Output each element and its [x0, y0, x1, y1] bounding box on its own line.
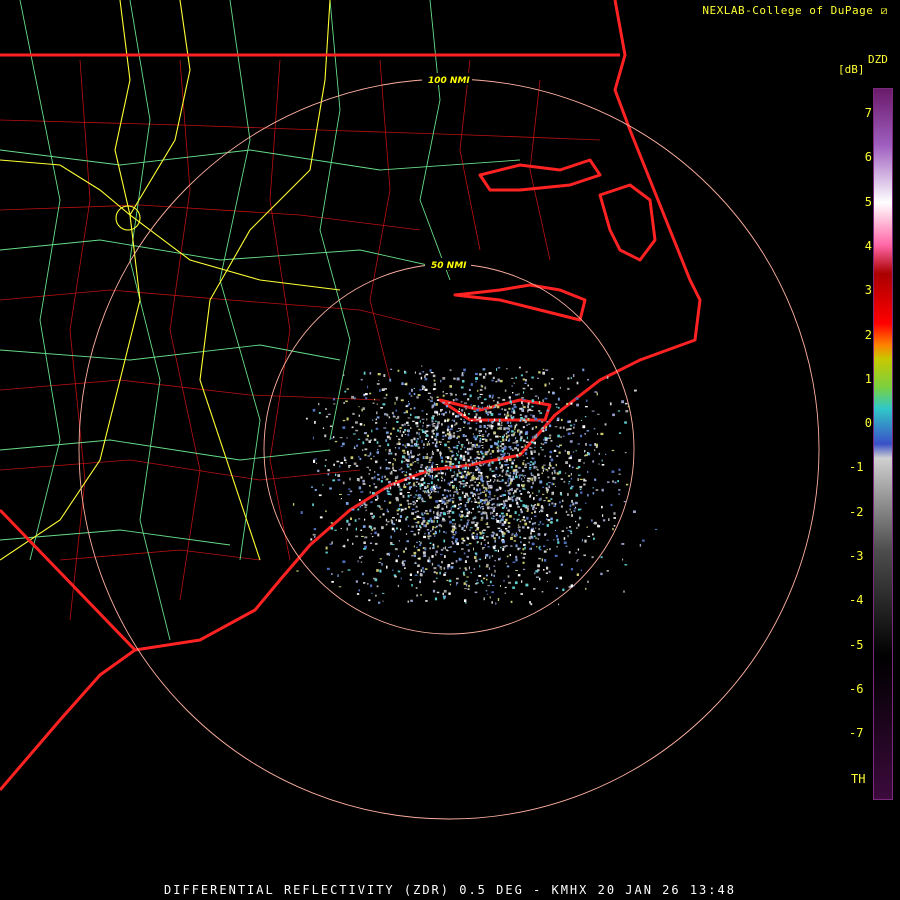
- state-borders: [0, 0, 702, 791]
- range-ring-label-100: 100 NMI: [428, 76, 470, 86]
- range-ring-label-50: 50 NMI: [431, 261, 467, 271]
- legend-tick-label: 6: [864, 150, 872, 165]
- legend-tick-label: -2: [849, 504, 864, 519]
- credit-text: NEXLAB-College of DuPage: [702, 4, 874, 17]
- legend-colorbar: [873, 88, 893, 800]
- legend-product: DZD: [868, 53, 888, 66]
- legend-tick-label: 7: [864, 106, 872, 120]
- legend-tick-label: 2: [864, 327, 872, 342]
- legend-tick-label: -5: [849, 637, 864, 652]
- legend-tick-label: 3: [864, 283, 872, 298]
- radar-map: 100 NMI 50 NMI: [0, 0, 820, 820]
- credit-label: NEXLAB-College of DuPage ⧄: [702, 4, 888, 18]
- legend-tick-label: -4: [849, 593, 864, 608]
- legend-tick-label: 0: [864, 416, 872, 431]
- radar-echoes: [292, 365, 658, 606]
- legend-tick-label: 4: [864, 238, 872, 253]
- legend-tick-label: 5: [864, 194, 872, 209]
- legend-tick-label: -6: [849, 681, 864, 696]
- product-caption: DIFFERENTIAL REFLECTIVITY (ZDR) 0.5 DEG …: [164, 883, 736, 897]
- legend-units: [dB]: [838, 63, 865, 76]
- logo-icon: ⧄: [880, 4, 888, 17]
- legend-tick-label: 1: [864, 371, 872, 386]
- legend-threshold-label: TH: [851, 772, 866, 786]
- legend-tick-label: -1: [849, 460, 864, 475]
- legend-tick-label: -7: [849, 726, 864, 741]
- legend-tick-label: -3: [849, 549, 864, 563]
